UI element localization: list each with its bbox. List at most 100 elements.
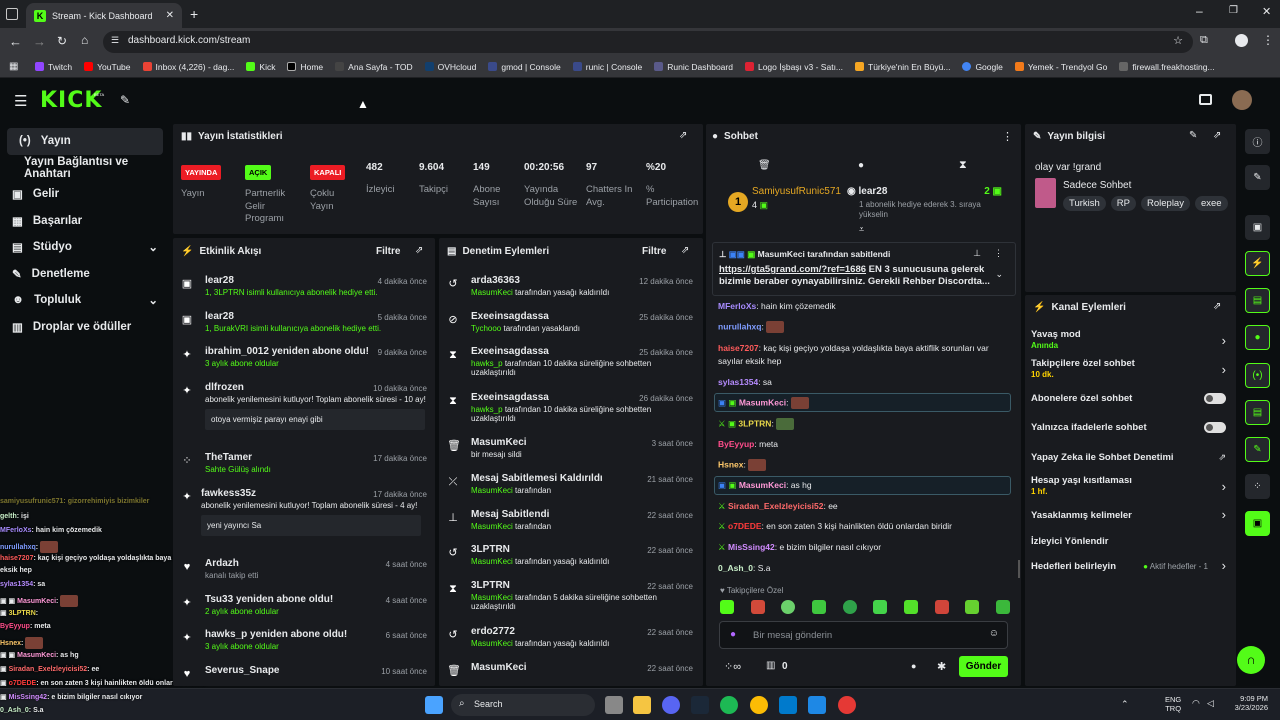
popout-icon[interactable]: ⇗ [1213,130,1221,141]
tag[interactable]: Turkish [1063,196,1106,211]
bookmark-kick[interactable]: Kick [241,62,280,72]
action-followers-only[interactable]: Takipçilere özel sohbet 10 dk. › [1031,358,1226,384]
close-window-icon[interactable]: ✕ [1262,5,1271,18]
vscode-icon[interactable] [779,696,797,714]
task-view-icon[interactable] [605,696,623,714]
popout-icon[interactable]: ⇗ [681,245,689,256]
chat-scrollbar[interactable] [1018,560,1020,578]
popout-icon[interactable]: ⇗ [679,130,687,141]
document-icon[interactable]: ▤ [1245,288,1270,313]
action-banned-words[interactable]: Yasaklanmış kelimeler › [1031,507,1226,526]
send-button[interactable]: Gönder [959,656,1008,677]
subscribers-only-toggle[interactable] [1204,393,1226,404]
clock[interactable]: 9:09 PM 3/23/2026 [1228,694,1268,712]
steam-icon[interactable] [691,696,709,714]
emoji-icon[interactable]: ☺ [989,628,999,639]
edit-rail-icon[interactable]: ✎ [1245,165,1270,190]
emote-icon[interactable] [750,600,765,614]
list-rail-icon[interactable]: ▤ [1245,400,1270,425]
tag[interactable]: exee [1194,196,1228,211]
profile-icon[interactable] [1235,34,1248,47]
sidebar-item-basarilar[interactable]: ▦ Başarılar [0,208,170,235]
bookmark-runic-console[interactable]: runic | Console [568,62,648,72]
action-raid[interactable]: İzleyici Yönlendir [1031,536,1226,552]
gmod-icon[interactable] [808,696,826,714]
tag[interactable]: RP [1110,196,1136,211]
action-goals[interactable]: Hedefleri belirleyin ● Aktif hedefler - … [1031,558,1226,577]
emote-icon[interactable] [903,600,918,614]
sidebar-item-studyo[interactable]: ▤ Stüdyo ⌄ [0,234,170,261]
bookmark-firewall[interactable]: firewall.freakhosting... [1114,62,1219,72]
app-icon[interactable] [838,696,856,714]
edit-icon[interactable]: ✎ [1189,130,1197,141]
add-widget-icon[interactable]: ▣ [1245,511,1270,536]
bookmark-gmod-console[interactable]: gmod | Console [483,62,565,72]
bolt-rail-icon[interactable]: ⚡ [1245,251,1270,276]
sidebar-item-yayin[interactable]: (•) Yayın [7,128,163,155]
mic-icon[interactable]: ● [730,629,736,640]
info-icon[interactable]: ⓘ [1245,129,1270,154]
unpin-button[interactable]: ⊥ [973,248,981,259]
reload-icon[interactable]: ↻ [57,34,67,48]
emote-icon[interactable] [934,600,949,614]
close-tab-icon[interactable]: ✕ [166,10,174,21]
explorer-icon[interactable] [633,696,651,714]
bookmark-trendyol[interactable]: Yemek - Trendyol Go [1010,62,1113,72]
pin-tool-icon[interactable]: ✎ [120,93,130,107]
chrome-menu-icon[interactable]: ⋮ [1262,33,1274,47]
support-headset-icon[interactable]: ∩ [1237,646,1265,674]
start-icon[interactable] [425,696,443,714]
discord-icon[interactable] [662,696,680,714]
site-info-icon[interactable]: ☰ [111,35,119,46]
broadcast-rail-icon[interactable]: (•) [1245,363,1270,388]
bookmark-inbox[interactable]: Inbox (4,226) - dag... [138,62,240,72]
emote-icon[interactable] [965,600,980,614]
address-bar[interactable]: ☰ dashboard.kick.com/stream ☆ [103,31,1193,53]
minimize-icon[interactable]: – [1196,4,1203,18]
emote-icon[interactable] [811,600,826,614]
sidebar-item-topluluk[interactable]: ☻ Topluluk ⌄ [0,287,170,314]
points-icon[interactable]: ⁘∞ [724,660,741,673]
bookmark-youtube[interactable]: YouTube [79,62,135,72]
expand-pinned-icon[interactable]: ⌄ [995,269,1003,280]
emotes-only-toggle[interactable] [1204,422,1226,433]
sidebar-item-yayin-baglantisi[interactable]: Yayın Bağlantısı ve Anahtarı [0,155,170,182]
language-indicator[interactable]: ENG TRQ [1165,695,1181,713]
bookmark-logo-isbasi[interactable]: Logo İşbaşı v3 - Satı... [740,62,848,72]
bookmark-twitch[interactable]: Twitch [30,62,77,72]
browser-tab[interactable]: K Stream - Kick Dashboard ✕ [26,3,182,28]
user-avatar[interactable] [1232,90,1252,110]
activity-filter-button[interactable]: Filtre [376,246,400,257]
store-icon[interactable]: ▥ [766,660,775,671]
back-icon[interactable]: ← [9,34,22,49]
emote-icon[interactable] [781,600,796,614]
bookmark-google[interactable]: Google [957,62,1007,72]
action-ai-moderation[interactable]: Yapay Zeka ile Sohbet Denetimi ⇗ [1031,452,1226,468]
extensions-icon[interactable]: ⧉ [1200,34,1208,47]
maximize-icon[interactable]: ❐ [1229,5,1238,16]
chat-timer-icon[interactable]: ⧗ [959,159,967,172]
new-tab-icon[interactable]: + [190,6,198,22]
chat-input[interactable]: ● Bir mesaj gönderin ☺ [719,621,1008,649]
emote-icon[interactable] [842,600,857,614]
wifi-icon[interactable]: ◠ [1192,698,1200,709]
apps-grid-icon[interactable]: ▦ [9,61,18,72]
emote-icon[interactable] [995,600,1010,614]
chat-trash-icon[interactable]: 🗑 [758,160,771,171]
moderation-filter-button[interactable]: Filtre [642,246,666,257]
volume-icon[interactable]: ◁ [1207,698,1214,709]
popout-icon[interactable]: ⇗ [415,245,423,256]
wallet-icon[interactable] [1199,94,1212,105]
popout-icon[interactable]: ⇗ [1213,301,1221,312]
chat-bubble-icon[interactable]: ● [858,160,864,171]
bookmark-runic-dashboard[interactable]: Runic Dashboard [649,62,738,72]
chat-menu-icon[interactable]: ⋮ [1002,130,1013,143]
chat-settings-icon[interactable]: ✱ [937,660,946,673]
bookmark-ovhcloud[interactable]: OVHcloud [420,62,482,72]
tab-list-icon[interactable] [6,8,18,20]
pinned-link[interactable]: https://gta5grand.com/?ref=1686 [719,264,866,275]
sidebar-item-droplar[interactable]: ▥ Droplar ve ödüller [0,314,170,341]
pinned-menu-icon[interactable]: ⋮ [994,248,1003,259]
bookmark-turkiye[interactable]: Türkiye'nin En Büyü... [850,62,955,72]
tray-chevron-icon[interactable]: ⌃ [1121,699,1129,710]
